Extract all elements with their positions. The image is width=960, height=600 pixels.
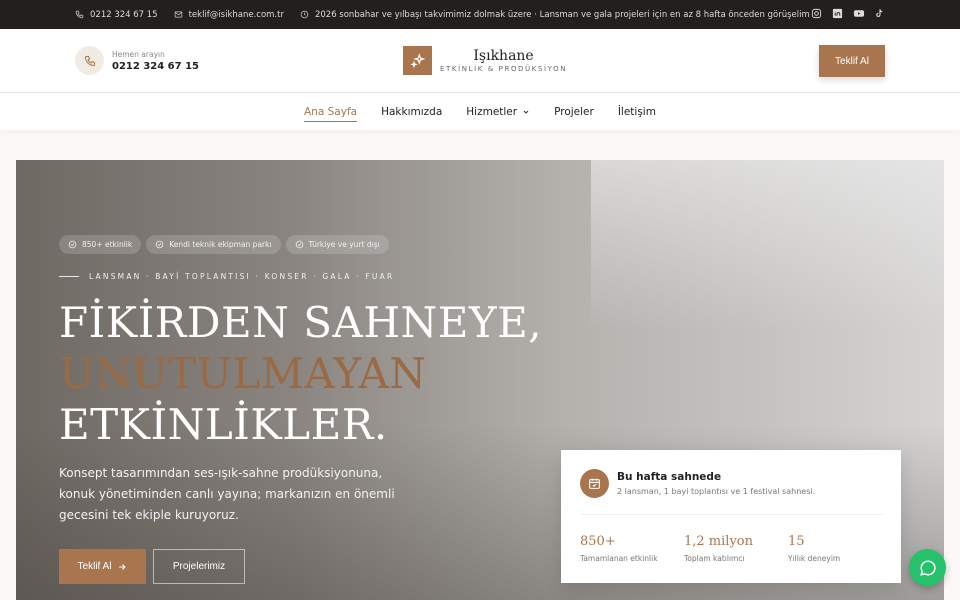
main-nav: Ana Sayfa Hakkımızda Hizmetler Projeler … [0, 93, 960, 130]
topbar-notice-text: 2026 sonbahar ve yılbaşı takvimimiz dolm… [314, 9, 810, 20]
hero-tag-label: Kendi teknik ekipman parkı [169, 240, 272, 249]
instagram-icon[interactable] [811, 8, 823, 20]
call-box[interactable]: Hemen arayın 0212 324 67 15 [75, 46, 199, 75]
hero-title-line1: FİKİRDEN SAHNEYE, [59, 298, 543, 347]
logo[interactable]: Işıkhane ETKİNLİK & PRODÜKSİYON [403, 46, 567, 75]
logo-name: Işıkhane [473, 48, 534, 64]
nav-item-label: Projeler [554, 105, 594, 118]
check-circle-icon [155, 240, 164, 249]
weekly-card: Bu hafta sahnede 2 lansman, 1 bayi topla… [561, 450, 901, 583]
hero-tags: 850+ etkinlik Kendi teknik ekipman parkı… [59, 235, 389, 254]
call-circle [75, 46, 104, 75]
nav-item-label: Hakkımızda [381, 105, 443, 118]
linkedin-icon[interactable] [832, 8, 844, 20]
hero-quote-button[interactable]: Teklif Al [59, 549, 146, 584]
nav-item-label: Hizmetler [466, 105, 518, 118]
check-circle-icon [68, 240, 77, 249]
card-divider [580, 514, 883, 515]
hero-tag: Kendi teknik ekipman parkı [146, 235, 281, 254]
hero-tag: 850+ etkinlik [59, 235, 142, 254]
topbar-phone-text: 0212 324 67 15 [90, 9, 158, 20]
stat-value: 850+ [580, 534, 616, 549]
top-bar: 0212 324 67 15 teklif@isikhane.com.tr 20… [0, 0, 960, 29]
card-subtitle: 2 lansman, 1 bayi toplantısı ve 1 festiv… [617, 487, 816, 496]
topbar-email[interactable]: teklif@isikhane.com.tr [174, 10, 284, 20]
phone-icon [75, 10, 84, 19]
nav-item-contact[interactable]: İletişim [618, 93, 656, 130]
header: Hemen arayın 0212 324 67 15 Işıkhane ETK… [0, 29, 960, 93]
hero-kicker: LANSMAN · BAYİ TOPLANTISI · KONSER · GAL… [59, 272, 394, 281]
topbar-phone[interactable]: 0212 324 67 15 [75, 10, 158, 20]
chevron-down-icon [523, 110, 529, 114]
nav-item-about[interactable]: Hakkımızda [381, 93, 442, 130]
hero-title-accent: UNUTULMAYAN [59, 349, 427, 398]
nav-item-label: İletişim [617, 105, 656, 118]
stat-label: Toplam katılımcı [684, 554, 745, 563]
header-quote-button[interactable]: Teklif Al [819, 45, 885, 77]
chat-bubble-icon [919, 559, 936, 576]
nav-item-label: Ana Sayfa [304, 105, 358, 118]
youtube-icon[interactable] [853, 8, 865, 20]
stat-attendees: 1,2 milyon Toplam katılımcı [684, 534, 753, 563]
chat-button[interactable] [909, 549, 946, 586]
call-number: 0212 324 67 15 [112, 60, 199, 72]
sparkle-icon [403, 46, 432, 75]
nav-item-projects[interactable]: Projeler [554, 93, 594, 130]
hero-tag-label: 850+ etkinlik [82, 240, 133, 249]
tiktok-icon[interactable] [874, 8, 886, 20]
phone-icon [84, 55, 95, 66]
check-circle-icon [295, 240, 303, 249]
clock-icon [300, 10, 309, 19]
hero-light-glow [591, 160, 944, 330]
arrow-right-icon [119, 563, 127, 570]
stat-label: Yıllık deneyim [788, 554, 841, 563]
hero-title: FİKİRDEN SAHNEYE, UNUTULMAYAN ETKİNLİKLE… [59, 297, 542, 450]
stat-experience: 15 Yıllık deneyim [788, 534, 840, 563]
nav-item-services[interactable]: Hizmetler [466, 93, 530, 130]
logo-subtitle: ETKİNLİK & PRODÜKSİYON [440, 65, 568, 73]
hero-quote-label: Teklif Al [77, 561, 112, 572]
topbar-email-text: teklif@isikhane.com.tr [188, 9, 284, 20]
nav-item-home[interactable]: Ana Sayfa [304, 93, 358, 130]
hero-description: Konsept tasarımından ses-ışık-sahne prod… [59, 466, 395, 522]
hero-title-line3: ETKİNLİKLER. [59, 400, 388, 449]
social-links [811, 8, 886, 20]
calendar-check-icon [580, 469, 609, 498]
hero-projects-button[interactable]: Projelerimiz [153, 549, 245, 584]
hero-tag-label: Türkiye ve yurt dışı [308, 240, 380, 249]
stat-events: 850+ Tamamlanan etkinlik [580, 534, 658, 563]
call-label: Hemen arayın [112, 49, 165, 59]
topbar-notice: 2026 sonbahar ve yılbaşı takvimimiz dolm… [300, 10, 810, 20]
stat-label: Tamamlanan etkinlik [580, 554, 658, 563]
mail-icon [174, 11, 182, 18]
card-title: Bu hafta sahnede [617, 471, 722, 483]
hero-tag: Türkiye ve yurt dışı [285, 235, 389, 254]
stat-value: 15 [788, 534, 805, 549]
stat-value: 1,2 milyon [684, 534, 753, 549]
